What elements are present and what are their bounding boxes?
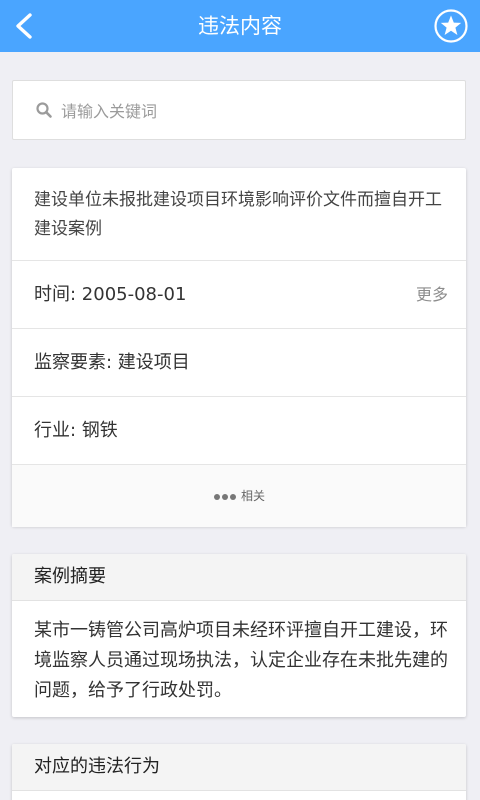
more-link[interactable]: 更多	[416, 261, 448, 329]
more-dots-icon	[213, 466, 237, 528]
time-row: 时间: 2005-08-01 更多	[12, 260, 466, 329]
violation-heading: 对应的违法行为	[34, 756, 160, 777]
search-icon	[36, 102, 52, 118]
supervision-element: 监察要素: 建设项目	[34, 352, 190, 373]
summary-text: 某市一铸管公司高炉项目未经环评擅自开工建设，环境监察人员通过现场执法，认定企业存…	[34, 620, 448, 701]
violation-card: 对应的违法行为	[12, 744, 466, 800]
star-icon	[434, 9, 468, 43]
summary-heading: 案例摘要	[34, 566, 106, 587]
top-bar: 违法内容	[0, 0, 480, 52]
search-box[interactable]	[12, 80, 466, 140]
app-screen: 违法内容 建设单位未报批建设项目环境影响评价文件而擅自开工建设案例 时间: 20…	[0, 0, 480, 800]
search-input[interactable]	[59, 95, 443, 127]
case-info-card: 建设单位未报批建设项目环境影响评价文件而擅自开工建设案例 时间: 2005-08…	[12, 168, 466, 527]
favorite-button[interactable]	[434, 9, 468, 43]
related-label: 相关	[240, 489, 265, 503]
industry-value: 行业: 钢铁	[34, 420, 118, 441]
time-value: 时间: 2005-08-01	[34, 284, 187, 305]
page-title: 违法内容	[198, 14, 282, 38]
summary-header: 案例摘要	[12, 554, 466, 601]
industry-row: 行业: 钢铁	[12, 396, 466, 465]
element-row: 监察要素: 建设项目	[12, 328, 466, 397]
violation-header: 对应的违法行为	[12, 744, 466, 791]
case-title: 建设单位未报批建设项目环境影响评价文件而擅自开工建设案例	[34, 190, 442, 239]
related-button[interactable]: 相关	[12, 464, 466, 527]
summary-card: 案例摘要 某市一铸管公司高炉项目未经环评擅自开工建设，环境监察人员通过现场执法，…	[12, 554, 466, 717]
